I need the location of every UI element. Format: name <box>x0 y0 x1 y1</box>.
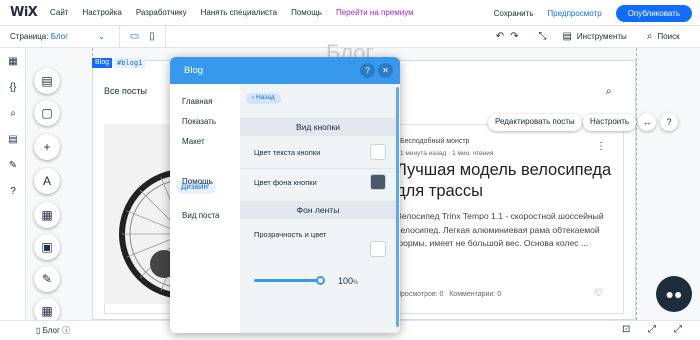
back-label: Назад <box>255 94 275 101</box>
post-stats: Просмотров: 0 Комментарии: 0 <box>396 291 501 298</box>
opacity-unit: % <box>353 280 359 286</box>
panel-header[interactable]: Blog ? ✕ <box>170 57 400 84</box>
element-id-tag: #blog1 <box>114 58 146 68</box>
divider <box>118 25 120 48</box>
grid-line <box>636 48 637 320</box>
page-selector[interactable]: Страница: Блог <box>10 32 68 41</box>
wrench-icon[interactable]: ✎ <box>7 160 19 172</box>
top-bar: WiX Сайт Настройка Разработчику Нанять с… <box>0 0 700 26</box>
page-icon: ▯ <box>36 326 43 335</box>
top-right-actions: Сохранить Предпросмотр Опубликовать <box>494 0 700 26</box>
opacity-slider-track[interactable] <box>254 279 320 282</box>
stretch-icon[interactable]: ↔ <box>638 113 656 131</box>
heart-icon[interactable]: ♡ <box>594 288 603 299</box>
panel-content: ‹ Назад Вид кнопки Цвет текста кнопки Цв… <box>240 84 400 333</box>
close-icon[interactable]: ✕ <box>378 63 393 78</box>
menu-help[interactable]: Помощь <box>291 8 322 17</box>
fit-icon[interactable]: ⊡ <box>622 324 630 335</box>
mobile-icon[interactable]: ▯ <box>149 31 155 42</box>
back-button[interactable]: ‹ Назад <box>246 93 281 104</box>
layer-label: Блог <box>42 326 60 335</box>
help-icon[interactable]: ? <box>360 63 375 78</box>
pages-icon[interactable]: ▦ <box>7 56 19 68</box>
search-icon[interactable]: ⌕ <box>647 31 653 42</box>
edit-posts-button[interactable]: Редактировать посты <box>488 114 582 131</box>
text-color-label: Цвет текста кнопки <box>254 148 321 157</box>
opacity-value: 100% <box>338 276 358 286</box>
post-author[interactable]: Бесподобный монстр <box>400 138 469 145</box>
chevron-down-icon[interactable]: ⌄ <box>98 32 105 41</box>
element-tag: Blog <box>92 58 113 68</box>
kebab-icon[interactable]: ⋮ <box>596 141 606 152</box>
left-rail: ▦ {} ⌕ ▤ ✎ ? <box>0 48 26 340</box>
search-icon[interactable]: ⌕ <box>7 108 19 120</box>
post-meta: 1 минута назад · 1 мин. чтения <box>400 150 494 157</box>
page-selector-value: Блог <box>50 32 69 41</box>
add-element-icon[interactable]: + <box>34 134 60 160</box>
add-box-icon[interactable]: ▢ <box>34 100 60 126</box>
layer-chip[interactable]: ▯ Блог ⓘ <box>36 325 70 336</box>
comments-count: Комментарии: 0 <box>449 291 502 298</box>
blog-settings-panel: Blog ? ✕ Главная Показать Макет Дизайн П… <box>170 57 400 333</box>
opacity-slider-handle[interactable] <box>316 276 325 285</box>
divider <box>164 25 166 48</box>
nav-post-view[interactable]: Вид поста <box>182 211 220 220</box>
undo-icon[interactable]: ↶ <box>496 31 504 42</box>
nav-layout[interactable]: Макет <box>182 137 205 146</box>
redo-icon[interactable]: ↷ <box>510 31 518 42</box>
preview-button[interactable]: Предпросмотр <box>547 9 601 18</box>
divider <box>240 168 396 169</box>
page-selector-label: Страница: <box>10 32 49 41</box>
info-icon[interactable]: ⓘ <box>62 326 70 335</box>
panel-nav: Главная Показать Макет Дизайн Помощь Вид… <box>170 84 240 333</box>
all-posts-link[interactable]: Все посты <box>104 86 147 96</box>
code-icon[interactable]: {} <box>7 82 19 94</box>
nav-help[interactable]: Помощь <box>182 177 213 186</box>
views-count: Просмотров: 0 <box>396 291 444 298</box>
media-icon[interactable]: ▣ <box>34 234 60 260</box>
menu-premium[interactable]: Перейти на премиум <box>336 8 414 17</box>
help-icon[interactable]: ? <box>7 186 19 198</box>
table-icon[interactable]: ▤ <box>7 134 19 146</box>
chat-icon[interactable]: ●● <box>656 276 692 312</box>
menu-hire[interactable]: Нанять специалиста <box>201 8 277 17</box>
section-buttons: Вид кнопки <box>240 118 396 136</box>
opacity-label: Прозрачность и цвет <box>254 230 327 239</box>
menu-site[interactable]: Сайт <box>50 8 68 17</box>
tools-label[interactable]: Инструменты <box>577 32 627 41</box>
panel-scrollbar[interactable] <box>396 87 399 327</box>
apps-icon[interactable]: ▦ <box>34 202 60 228</box>
section-feed: Фон ленты <box>240 201 396 219</box>
wix-logo[interactable]: WiX <box>10 5 50 20</box>
opacity-number: 100 <box>338 276 354 286</box>
nav-main[interactable]: Главная <box>182 97 212 106</box>
post-excerpt: Велосипед Trinx Tempo 1.1 - скоростной ш… <box>396 211 604 248</box>
expand-icon[interactable]: ⤢ <box>648 324 656 335</box>
menu-dev[interactable]: Разработчику <box>136 8 187 17</box>
save-button[interactable]: Сохранить <box>494 9 534 18</box>
menu-settings[interactable]: Настройка <box>82 8 121 17</box>
panel-title: Blog <box>184 65 204 76</box>
search-icon[interactable]: ⌕ <box>606 86 612 97</box>
zoom-icon[interactable]: ⤡ <box>538 31 546 42</box>
add-page-icon[interactable]: ▤ <box>34 68 60 94</box>
bg-color-label: Цвет фона кнопки <box>254 178 317 187</box>
desktop-icon[interactable]: ▭ <box>130 31 139 42</box>
publish-button[interactable]: Опубликовать <box>615 4 692 22</box>
nav-display[interactable]: Показать <box>182 117 216 126</box>
post-title[interactable]: Лучшая модель велосипеда для трассы <box>396 160 626 202</box>
tools-icon[interactable]: ▤ <box>562 31 571 42</box>
text-color-swatch[interactable] <box>370 144 386 160</box>
search-label[interactable]: Поиск <box>657 32 679 41</box>
help-icon[interactable]: ? <box>660 113 678 131</box>
feed-color-swatch[interactable] <box>370 241 386 257</box>
expand-icon[interactable]: ⤢ <box>674 324 682 335</box>
theme-icon[interactable]: A <box>34 168 60 194</box>
bg-color-swatch[interactable] <box>370 174 386 190</box>
blog-icon[interactable]: ✎ <box>34 266 60 292</box>
configure-button[interactable]: Настроить <box>583 114 637 131</box>
